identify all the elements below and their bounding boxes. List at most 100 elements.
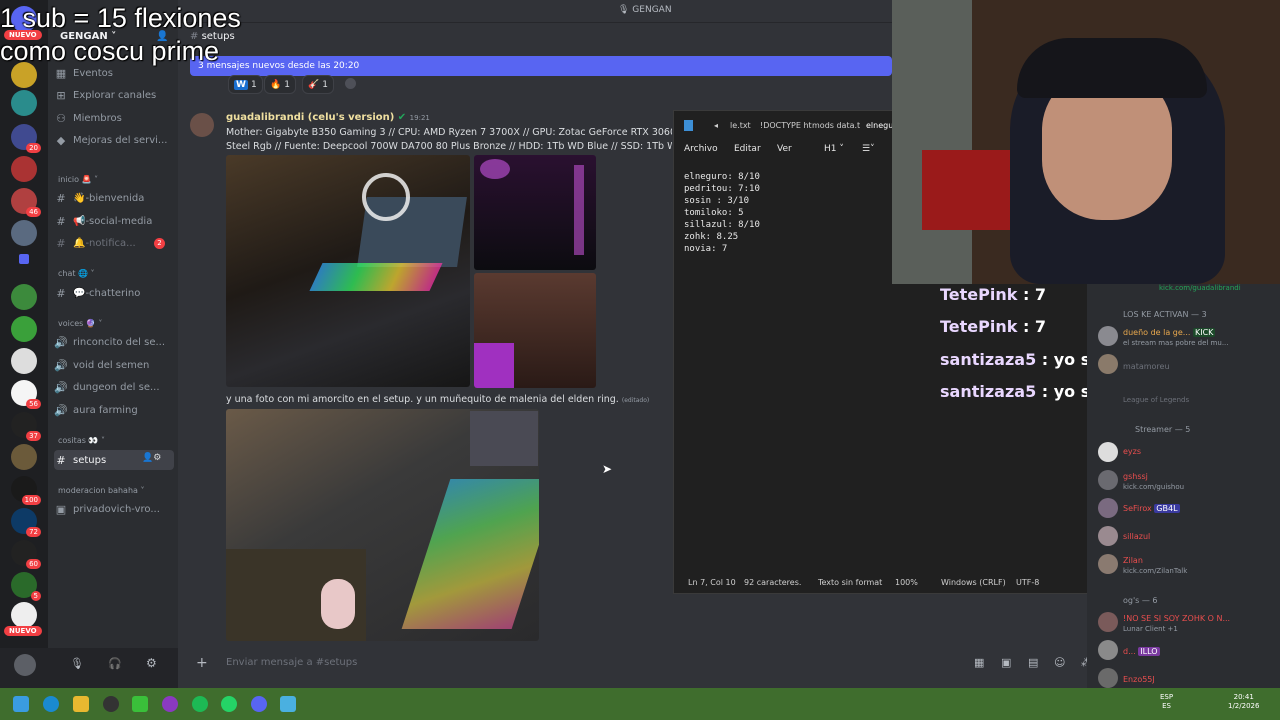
reaction[interactable]: 🎸 1 [302,75,334,94]
tab[interactable]: mods data.t [812,121,860,130]
setup-photo[interactable] [474,273,596,388]
member-name[interactable]: !NO SE SI SOY ZOHK O N... [1123,614,1230,623]
avatar[interactable] [1098,526,1118,546]
menu-view[interactable]: Ver [777,144,792,154]
member-name[interactable]: Enzo55J [1123,675,1155,684]
tab-active[interactable]: elnegu [866,121,893,130]
tab-scroll-left-icon[interactable]: ◂ [714,121,718,130]
language-indicator[interactable]: ESP ES [1160,693,1173,711]
folder-icon[interactable] [19,254,29,264]
gif-icon[interactable]: ▣ [1001,656,1011,669]
avatar[interactable] [1098,326,1118,346]
windows-start-icon[interactable] [13,696,29,712]
menu-file[interactable]: Archivo [684,144,718,154]
avatar[interactable] [1098,554,1118,574]
message-text-line: Mother: Gigabyte B350 Gaming 3 // CPU: A… [226,127,672,138]
sidebar-item-explore[interactable]: ⊞ Explorar canales [54,85,174,105]
message-input[interactable]: Enviar mensaje a #setups [226,657,357,668]
app-icon[interactable] [162,696,178,712]
member-name[interactable]: sillazul [1123,532,1150,541]
category-inicio[interactable]: inicio 🚨 ˅ [58,175,98,184]
avatar[interactable] [1098,612,1118,632]
avatar[interactable] [1098,354,1118,374]
server-icon[interactable] [11,220,37,246]
avatar[interactable] [190,113,214,137]
clock[interactable]: 20:41 1/2/2026 [1228,693,1259,711]
server-icon[interactable] [11,90,37,116]
reaction[interactable]: W1 [228,75,263,94]
member-name[interactable]: d... ILLO [1123,647,1160,656]
setup-photo[interactable] [226,155,470,387]
settings-icon[interactable]: ⚙ [146,656,157,670]
member-name[interactable]: matamoreu [1123,362,1170,371]
discord-icon[interactable] [251,696,267,712]
channel-social-media[interactable]: # 📢-social-media [54,211,174,231]
reaction[interactable]: 🔥 1 [264,75,296,94]
avatar[interactable] [1098,498,1118,518]
heading-dropdown[interactable]: H1 ˅ [824,144,844,154]
server-icon[interactable]: 20 [11,124,41,153]
new-messages-bar[interactable]: 3 mensajes nuevos desde las 20:20 [190,56,892,76]
member-name[interactable]: eyzs [1123,447,1141,456]
avatar[interactable] [1098,470,1118,490]
list-icon[interactable]: ☰˅ [862,144,875,154]
spotify-icon[interactable] [192,696,208,712]
avatar[interactable] [14,654,36,676]
voice-channel[interactable]: 🔊 dungeon del se... [54,377,174,397]
server-icon[interactable]: 46 [11,188,41,217]
category-cositas[interactable]: cositas 👀 ˅ [58,436,105,445]
add-reaction-icon[interactable] [345,78,356,89]
notepad-text-area[interactable]: elneguro: 8/10 pedritou: 7:10 sosin : 3/… [684,171,760,255]
gift-icon[interactable]: ▦ [974,656,984,669]
category-voices[interactable]: voices 🔮 ˅ [58,319,102,328]
voice-channel[interactable]: 🔊 rinconcito del se... [54,332,174,352]
avatar[interactable] [1098,668,1118,688]
tab[interactable]: le.txt [730,121,751,130]
channel-privadovich[interactable]: ▣ privadovich-vro... [54,499,174,519]
server-icon[interactable]: 72 [11,508,41,537]
server-icon[interactable]: 60 [11,540,41,569]
emoji-icon[interactable]: ☺ [1054,656,1065,669]
channel-chatterino[interactable]: # 💬-chatterino [54,283,174,303]
sidebar-item-members[interactable]: ⚇ Miembros [54,108,174,128]
message-author[interactable]: guadalibrandi (celu's version) ✔ 19:21 [226,112,430,123]
server-icon[interactable] [11,348,37,374]
member-name[interactable]: SeFirox GB4L [1123,504,1180,513]
category-chat[interactable]: chat 🌐 ˅ [58,269,95,278]
edge-icon[interactable] [43,696,59,712]
member-name[interactable]: Zilan [1123,556,1143,565]
setup-photo[interactable] [226,409,539,641]
server-icon[interactable] [11,284,37,310]
member-list: kick.com/guadalibrandi LOS KE ACTIVAN — … [1087,284,1280,688]
setup-photo[interactable] [474,155,596,270]
server-icon[interactable]: 56 [11,380,41,409]
notepad-icon[interactable] [280,696,296,712]
menu-edit[interactable]: Editar [734,144,761,154]
tab[interactable]: !DOCTYPE ht [760,121,812,130]
member-name[interactable]: gshssj [1123,472,1148,481]
invite-icon[interactable]: 👤⚙ [142,453,161,463]
server-icon[interactable]: 5 [11,572,41,601]
server-icon[interactable] [11,156,37,182]
sidebar-item-boosts[interactable]: ◆ Mejoras del servi... [54,130,174,150]
avatar[interactable] [1098,442,1118,462]
member-name[interactable]: dueño de la ge... KICK [1123,328,1216,337]
avatar[interactable] [1098,640,1118,660]
microphone-icon[interactable]: 🎙 [70,657,84,670]
headphones-icon[interactable]: 🎧 [108,657,122,670]
app-icon[interactable] [132,696,148,712]
voice-channel[interactable]: 🔊 void del semen [54,355,174,375]
whatsapp-icon[interactable] [221,696,237,712]
server-icon[interactable]: 100 [11,476,41,505]
file-explorer-icon[interactable] [73,696,89,712]
voice-channel[interactable]: 🔊 aura farming [54,400,174,420]
server-icon[interactable] [11,444,37,470]
server-icon[interactable] [11,602,37,628]
channel-bienvenida[interactable]: # 👋-bienvenida [54,188,174,208]
server-icon[interactable]: 37 [11,412,41,441]
server-icon[interactable] [11,316,37,342]
sticker-icon[interactable]: ▤ [1028,656,1038,669]
obs-icon[interactable] [103,696,119,712]
category-moderacion[interactable]: moderacion bahaha ˅ [58,486,144,495]
add-attachment-icon[interactable]: + [196,655,208,671]
